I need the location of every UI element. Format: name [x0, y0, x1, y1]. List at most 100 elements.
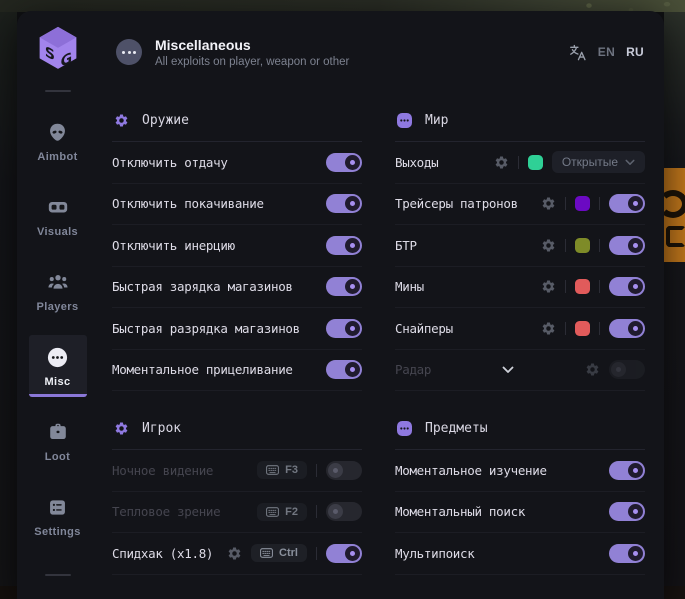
toggle-off[interactable]: [326, 502, 362, 521]
row-label: Радар: [395, 362, 431, 377]
toggle-on[interactable]: [609, 502, 645, 521]
left-column: ОружиеОтключить отдачуОтключить покачива…: [112, 105, 362, 575]
toggle-knob: [345, 155, 360, 170]
toggle-knob: [328, 463, 343, 478]
keybind-label: F2: [285, 506, 298, 518]
control-separator: [565, 197, 566, 210]
section-header: Игрок: [112, 413, 362, 443]
sidebar-divider: [45, 574, 71, 576]
gear-icon: [114, 421, 129, 436]
sidebar-item-label: Players: [37, 301, 79, 313]
sidebar-item-visuals[interactable]: Visuals: [29, 185, 87, 247]
row-label: Трейсеры патронов: [395, 196, 532, 211]
gear-icon[interactable]: [541, 196, 556, 211]
toggle-on[interactable]: [609, 544, 645, 563]
control-separator: [316, 505, 317, 518]
control-separator: [599, 280, 600, 293]
section-world: МирВыходыОткрытыеТрейсеры патроновБТРМин…: [395, 105, 645, 391]
keybind-badge[interactable]: Ctrl: [251, 544, 307, 562]
row-label: Моментальное прицеливание: [112, 362, 317, 377]
keybind-label: F3: [285, 464, 298, 476]
keybind-badge[interactable]: F2: [257, 503, 307, 521]
color-swatch[interactable]: [575, 279, 590, 294]
toggle-on[interactable]: [609, 277, 645, 296]
toggle-knob: [628, 321, 643, 336]
game-background-right: [664, 12, 685, 586]
toggle-on[interactable]: [609, 461, 645, 480]
toggle-knob: [628, 279, 643, 294]
content: ОружиеОтключить отдачуОтключить покачива…: [112, 83, 650, 575]
toggle-on[interactable]: [326, 544, 362, 563]
row-label: Быстрая зарядка магазинов: [112, 279, 317, 294]
color-swatch[interactable]: [575, 321, 590, 336]
sidebar-item-misc[interactable]: Misc: [29, 335, 87, 397]
toggle-knob: [345, 362, 360, 377]
toggle-on[interactable]: [326, 194, 362, 213]
main-area: Miscellaneous All exploits on player, we…: [98, 11, 664, 599]
feature-row: Ночное видениеF3: [112, 450, 362, 492]
feature-row: Отключить инерцию: [112, 225, 362, 267]
misc-page-icon: [116, 39, 142, 65]
sg-logo[interactable]: S G: [37, 25, 79, 74]
gear-icon[interactable]: [585, 362, 600, 377]
chevron-down-icon[interactable]: [502, 366, 514, 374]
feature-row: Быстрая зарядка магазинов: [112, 267, 362, 309]
section-title: Мир: [425, 113, 448, 128]
toggle-knob: [345, 279, 360, 294]
control-separator: [316, 464, 317, 477]
section-header: Оружие: [112, 105, 362, 135]
gear-icon[interactable]: [494, 155, 509, 170]
row-label: Мультипоиск: [395, 546, 600, 561]
toggle-on[interactable]: [609, 319, 645, 338]
gear-icon[interactable]: [541, 238, 556, 253]
toggle-on[interactable]: [326, 277, 362, 296]
toggle-knob: [345, 196, 360, 211]
color-swatch[interactable]: [528, 155, 543, 170]
toggle-on[interactable]: [609, 194, 645, 213]
toggle-on[interactable]: [326, 153, 362, 172]
row-label: Снайперы: [395, 321, 532, 336]
color-swatch[interactable]: [575, 196, 590, 211]
dropdown-value: Открытые: [562, 155, 618, 169]
feature-row: Тепловое зрениеF2: [112, 492, 362, 534]
toggle-knob: [345, 321, 360, 336]
sidebar-item-loot[interactable]: Loot: [29, 410, 87, 472]
gear-icon[interactable]: [227, 546, 242, 561]
toggle-on[interactable]: [609, 236, 645, 255]
sidebar-divider: [45, 90, 71, 92]
lang-ru-button[interactable]: RU: [626, 45, 644, 59]
section-header: Мир: [395, 105, 645, 135]
color-swatch[interactable]: [575, 238, 590, 253]
toggle-off[interactable]: [609, 360, 645, 379]
toggle-on[interactable]: [326, 319, 362, 338]
toggle-on[interactable]: [326, 236, 362, 255]
toggle-knob: [611, 362, 626, 377]
page-header: Miscellaneous All exploits on player, we…: [112, 11, 650, 83]
sidebar-item-label: Misc: [44, 376, 70, 388]
keybind-label: Ctrl: [279, 547, 298, 559]
feature-row: Быстрая разрядка магазинов: [112, 308, 362, 350]
sidebar-item-settings[interactable]: Settings: [29, 485, 87, 547]
feature-row: Снайперы: [395, 308, 645, 350]
row-label: Отключить отдачу: [112, 155, 317, 170]
toggle-on[interactable]: [326, 360, 362, 379]
section-title: Игрок: [142, 421, 181, 436]
feature-row: Моментальный поиск: [395, 492, 645, 534]
dropdown-select[interactable]: Открытые: [552, 151, 645, 173]
sidebar-item-label: Aimbot: [37, 151, 77, 163]
section-items: ПредметыМоментальное изучениеМоментальны…: [395, 413, 645, 575]
gear-icon[interactable]: [541, 321, 556, 336]
keybind-badge[interactable]: F3: [257, 461, 307, 479]
sidebar-item-players[interactable]: Players: [29, 260, 87, 322]
toggle-knob: [628, 546, 643, 561]
toggle-off[interactable]: [326, 461, 362, 480]
game-orange-banner: [664, 168, 685, 262]
briefcase-icon: [47, 420, 69, 444]
lang-en-button[interactable]: EN: [598, 45, 615, 59]
section-title: Оружие: [142, 113, 189, 128]
sidebar-item-aimbot[interactable]: Aimbot: [29, 110, 87, 172]
feature-row: Спидхак (x1.8)Ctrl: [112, 533, 362, 575]
row-label: Выходы: [395, 155, 485, 170]
settings-list-icon: [47, 495, 68, 519]
gear-icon[interactable]: [541, 279, 556, 294]
